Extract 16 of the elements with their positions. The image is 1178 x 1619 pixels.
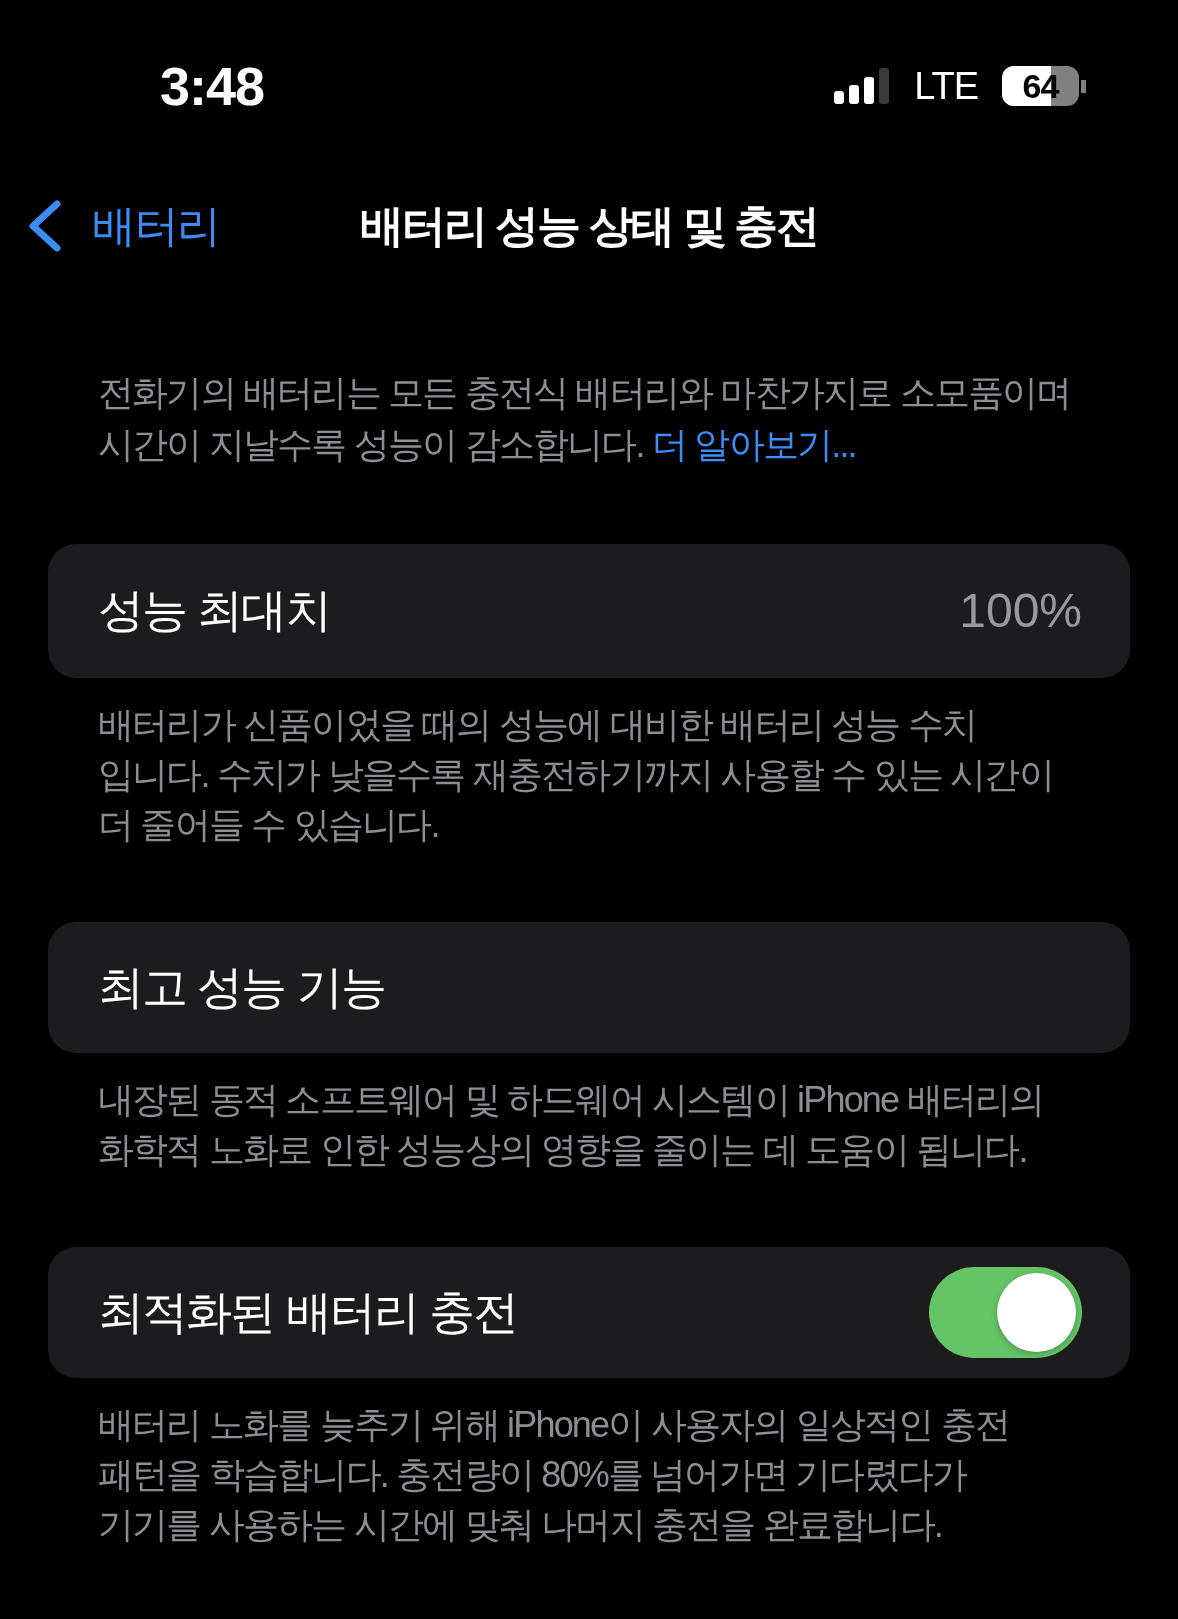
network-label: LTE bbox=[914, 67, 978, 105]
row-label: 최고 성능 기능 bbox=[98, 959, 385, 1015]
row-label: 최적화된 배터리 충전 bbox=[98, 1284, 518, 1340]
intro-text: 전화기의 배터리는 모든 충전식 배터리와 마찬가지로 소모품이며 시간이 지날수록 성능이 감소합니다. 더 알아보기... bbox=[97, 371, 1072, 467]
signal-icon bbox=[834, 68, 891, 104]
footer-note: 배터리가 신품이었을 때의 성능에 대비한 배터리 성능 수치 입니다. 수치가 낮을수록 재충전하기까지 사용할 수 있는 시간이 더 줄어들 수 있습니다. bbox=[97, 703, 1054, 847]
footer-note: 내장된 동적 소프트웨어 및 하드웨어 시스템이 iPhone 배터리의 화학적 노화로 인한 성능상의 영향을 줄이는 데 도움이 됩니다. bbox=[97, 1078, 1045, 1172]
row-value: 100% bbox=[959, 583, 1082, 640]
chevron-left-icon bbox=[28, 200, 62, 252]
footer-note: 배터리 노화를 늦추기 위해 iPhone이 사용자의 일상적인 충전 패턴을 학습합니다. 충전량이 80%를 넘어가면 기다렸다가 기기를 사용하는 시간에 맞춰 나머지 충전을 완료합니다. bbox=[97, 1403, 1011, 1547]
page-title: 배터리 성능 상태 및 충전 bbox=[359, 199, 819, 252]
status-time: 3:48 bbox=[160, 59, 265, 113]
learn-more-link[interactable]: 더 알아보기... bbox=[652, 424, 856, 465]
row-label: 성능 최대치 bbox=[98, 583, 330, 639]
back-button[interactable]: 배터리 bbox=[28, 199, 221, 253]
battery-percentage: 64 bbox=[1022, 69, 1059, 103]
